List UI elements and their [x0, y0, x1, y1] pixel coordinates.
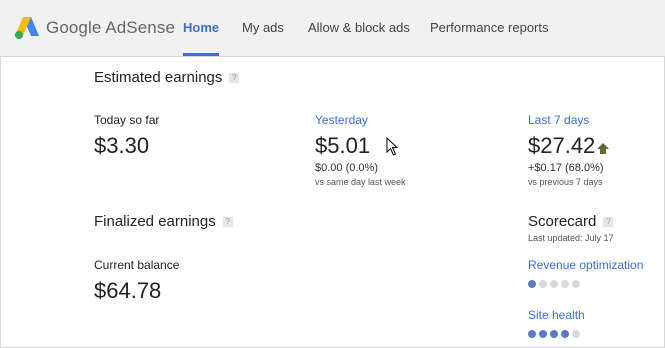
revenue-optimization-link[interactable]: Revenue optimization	[528, 258, 643, 272]
estimated-earnings-header: Estimated earnings ?	[94, 69, 240, 86]
score-dot	[539, 280, 547, 288]
yesterday-comparison: vs same day last week	[315, 177, 406, 187]
up-arrow-icon	[597, 143, 609, 154]
current-balance-value: $64.78	[94, 278, 162, 303]
content-border-left	[0, 57, 1, 348]
tab-home[interactable]: Home	[183, 0, 220, 56]
today-value: $3.30	[94, 133, 150, 158]
logo-text: Google AdSense	[46, 18, 175, 37]
score-dot	[572, 330, 580, 338]
help-icon[interactable]: ?	[229, 72, 240, 83]
last-7-days-change: +$0.17 (68.0%)	[528, 162, 604, 174]
finalized-earnings-header: Finalized earnings ?	[94, 213, 233, 230]
mouse-cursor-icon	[386, 137, 399, 156]
score-dot	[572, 280, 580, 288]
top-bar: Google AdSense Home My ads Allow & block…	[0, 0, 665, 57]
finalized-earnings-title: Finalized earnings	[94, 213, 216, 230]
score-dot	[561, 330, 569, 338]
score-dot	[550, 330, 558, 338]
help-icon[interactable]: ?	[603, 216, 614, 227]
score-dot	[539, 330, 547, 338]
site-health-link[interactable]: Site health	[528, 308, 585, 322]
score-dot	[561, 280, 569, 288]
score-dot	[528, 330, 536, 338]
tab-allow-block-ads[interactable]: Allow & block ads	[308, 0, 410, 55]
tab-my-ads[interactable]: My ads	[242, 0, 284, 55]
tab-performance-reports[interactable]: Performance reports	[430, 0, 549, 55]
last-7-days-link[interactable]: Last 7 days	[528, 113, 589, 127]
score-dot	[528, 280, 536, 288]
score-dot	[550, 280, 558, 288]
scorecard-updated: Last updated: July 17	[528, 233, 614, 243]
current-balance-label: Current balance	[94, 258, 180, 272]
today-label: Today so far	[94, 113, 160, 127]
scorecard-title: Scorecard	[528, 213, 597, 230]
yesterday-change: $0.00 (0.0%)	[315, 162, 378, 174]
revenue-optimization-score	[528, 280, 580, 288]
adsense-logo-icon	[15, 17, 39, 39]
yesterday-value: $5.01	[315, 133, 371, 158]
last-7-days-value: $27.42	[528, 133, 596, 158]
last-7-days-comparison: vs previous 7 days	[528, 177, 603, 187]
scorecard-header: Scorecard ?	[528, 213, 614, 230]
yesterday-link[interactable]: Yesterday	[315, 113, 368, 127]
estimated-earnings-title: Estimated earnings	[94, 69, 223, 86]
site-health-score	[528, 330, 580, 338]
help-icon[interactable]: ?	[222, 216, 233, 227]
adsense-logo[interactable]: Google AdSense	[14, 14, 175, 42]
